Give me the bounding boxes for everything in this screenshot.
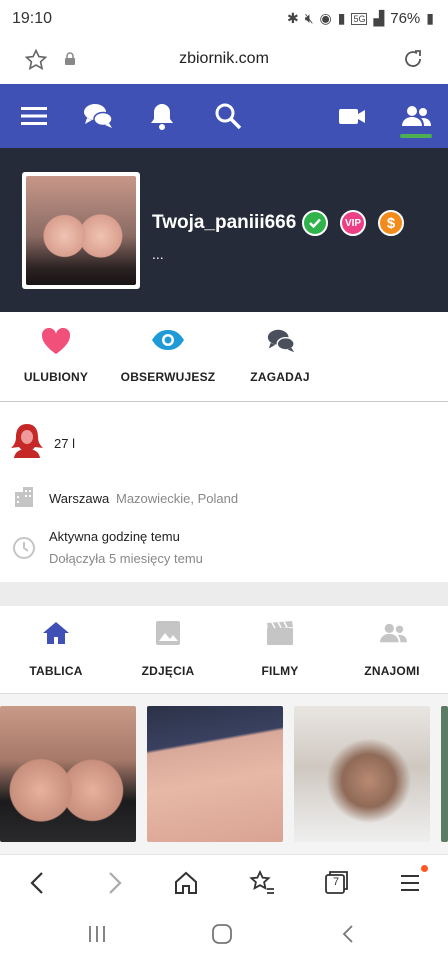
active-tab-indicator: [400, 134, 432, 138]
photo-thumbnail[interactable]: [0, 706, 136, 842]
top-navigation: [0, 84, 448, 148]
back-icon[interactable]: [24, 869, 52, 897]
home-icon[interactable]: [172, 869, 200, 897]
favorite-label: ULUBIONY: [23, 370, 89, 384]
heart-icon: [41, 327, 71, 354]
signal-icon: ▮: [337, 10, 346, 26]
url-text[interactable]: zbiornik.com: [0, 50, 448, 68]
content-tabs: TABLICA ZDJĘCIA FILMY ZNAJOMI: [0, 606, 448, 694]
profile-actions: ULUBIONY OBSERWUJESZ ZAGADAJ: [0, 312, 448, 402]
bookmarks-icon[interactable]: [248, 869, 276, 897]
recent-apps-icon[interactable]: [86, 924, 108, 944]
mute-icon: 🔇︎: [304, 10, 314, 26]
reload-icon[interactable]: [401, 47, 425, 71]
clock-icon: [13, 537, 35, 559]
home-icon: [43, 622, 69, 644]
follow-button[interactable]: OBSERWUJESZ: [108, 312, 228, 402]
favorite-button[interactable]: ULUBIONY: [0, 312, 116, 402]
bluetooth-icon: ✱: [286, 10, 299, 26]
tab-wall[interactable]: TABLICA: [0, 606, 112, 694]
system-back-icon[interactable]: [338, 924, 358, 944]
tab-friends[interactable]: ZNAJOMI: [336, 606, 448, 694]
battery-level: 76%: [390, 10, 421, 27]
status-icons: ✱ 🔇︎ ◉ ▮ 5G ▟ 76% ▮: [287, 10, 434, 27]
home-button-icon[interactable]: [211, 923, 233, 945]
tab-wall-label: TABLICA: [29, 664, 83, 678]
system-navigation: [0, 910, 448, 960]
photo-grid: [0, 694, 448, 854]
friends-icon: [380, 623, 407, 643]
browser-toolbar: 7: [0, 854, 448, 910]
age: 27 l: [54, 436, 75, 451]
username: Twoja_paniii666: [152, 212, 297, 233]
tab-videos-label: FILMY: [261, 664, 299, 678]
search-icon[interactable]: [212, 100, 244, 132]
status-bar: 19:10 ✱ 🔇︎ ◉ ▮ 5G ▟ 76% ▮: [0, 0, 448, 38]
tab-photos[interactable]: ZDJĘCIA: [112, 606, 224, 694]
tab-videos[interactable]: FILMY: [224, 606, 336, 694]
film-icon: [267, 621, 293, 645]
bell-icon[interactable]: [146, 100, 178, 132]
notification-dot: [421, 865, 428, 872]
tabs-button[interactable]: 7: [322, 869, 350, 897]
vip-badge: VIP: [340, 210, 366, 236]
avatar-image: [26, 176, 136, 285]
message-label: ZAGADAJ: [250, 370, 310, 384]
city-icon: [15, 487, 33, 507]
profile-info-card: 27 l Warszawa Mazowieckie, Poland Aktywn…: [0, 402, 448, 582]
eye-icon: [152, 330, 184, 350]
image-icon: [156, 621, 180, 645]
status-time: 19:10: [12, 10, 53, 27]
hotspot-icon: ◉: [319, 10, 332, 26]
tab-friends-label: ZNAJOMI: [364, 664, 420, 678]
avatar[interactable]: [22, 172, 140, 289]
coin-badge: $: [378, 210, 404, 236]
profile-status: ...: [152, 246, 164, 262]
forward-icon[interactable]: [100, 869, 128, 897]
browser-menu-icon[interactable]: [396, 869, 424, 897]
female-avatar-icon: [11, 424, 43, 458]
tab-photos-label: ZDJĘCIA: [141, 664, 195, 678]
signal-bars-icon: ▟: [373, 10, 385, 26]
network-type: 5G: [351, 12, 368, 25]
region: Mazowieckie, Poland: [116, 491, 239, 506]
joined-date: Dołączyła 5 miesięcy temu: [49, 551, 203, 566]
menu-icon[interactable]: [18, 100, 50, 132]
chat-icon: [267, 329, 295, 353]
video-camera-icon[interactable]: [336, 100, 368, 132]
friends-icon[interactable]: [400, 100, 432, 132]
photo-thumbnail[interactable]: [441, 706, 448, 842]
url-bar: zbiornik.com: [0, 38, 448, 84]
follow-label: OBSERWUJESZ: [120, 370, 216, 384]
city: Warszawa: [49, 491, 110, 506]
chat-icon[interactable]: [82, 100, 114, 132]
photo-thumbnail[interactable]: [147, 706, 283, 842]
section-divider: [0, 582, 448, 606]
last-active: Aktywna godzinę temu: [49, 529, 180, 544]
verified-badge-icon: [302, 210, 328, 236]
message-button[interactable]: ZAGADAJ: [220, 312, 340, 402]
tab-count: 7: [332, 876, 340, 888]
photo-thumbnail[interactable]: [294, 706, 430, 842]
battery-icon: ▮: [426, 10, 434, 26]
